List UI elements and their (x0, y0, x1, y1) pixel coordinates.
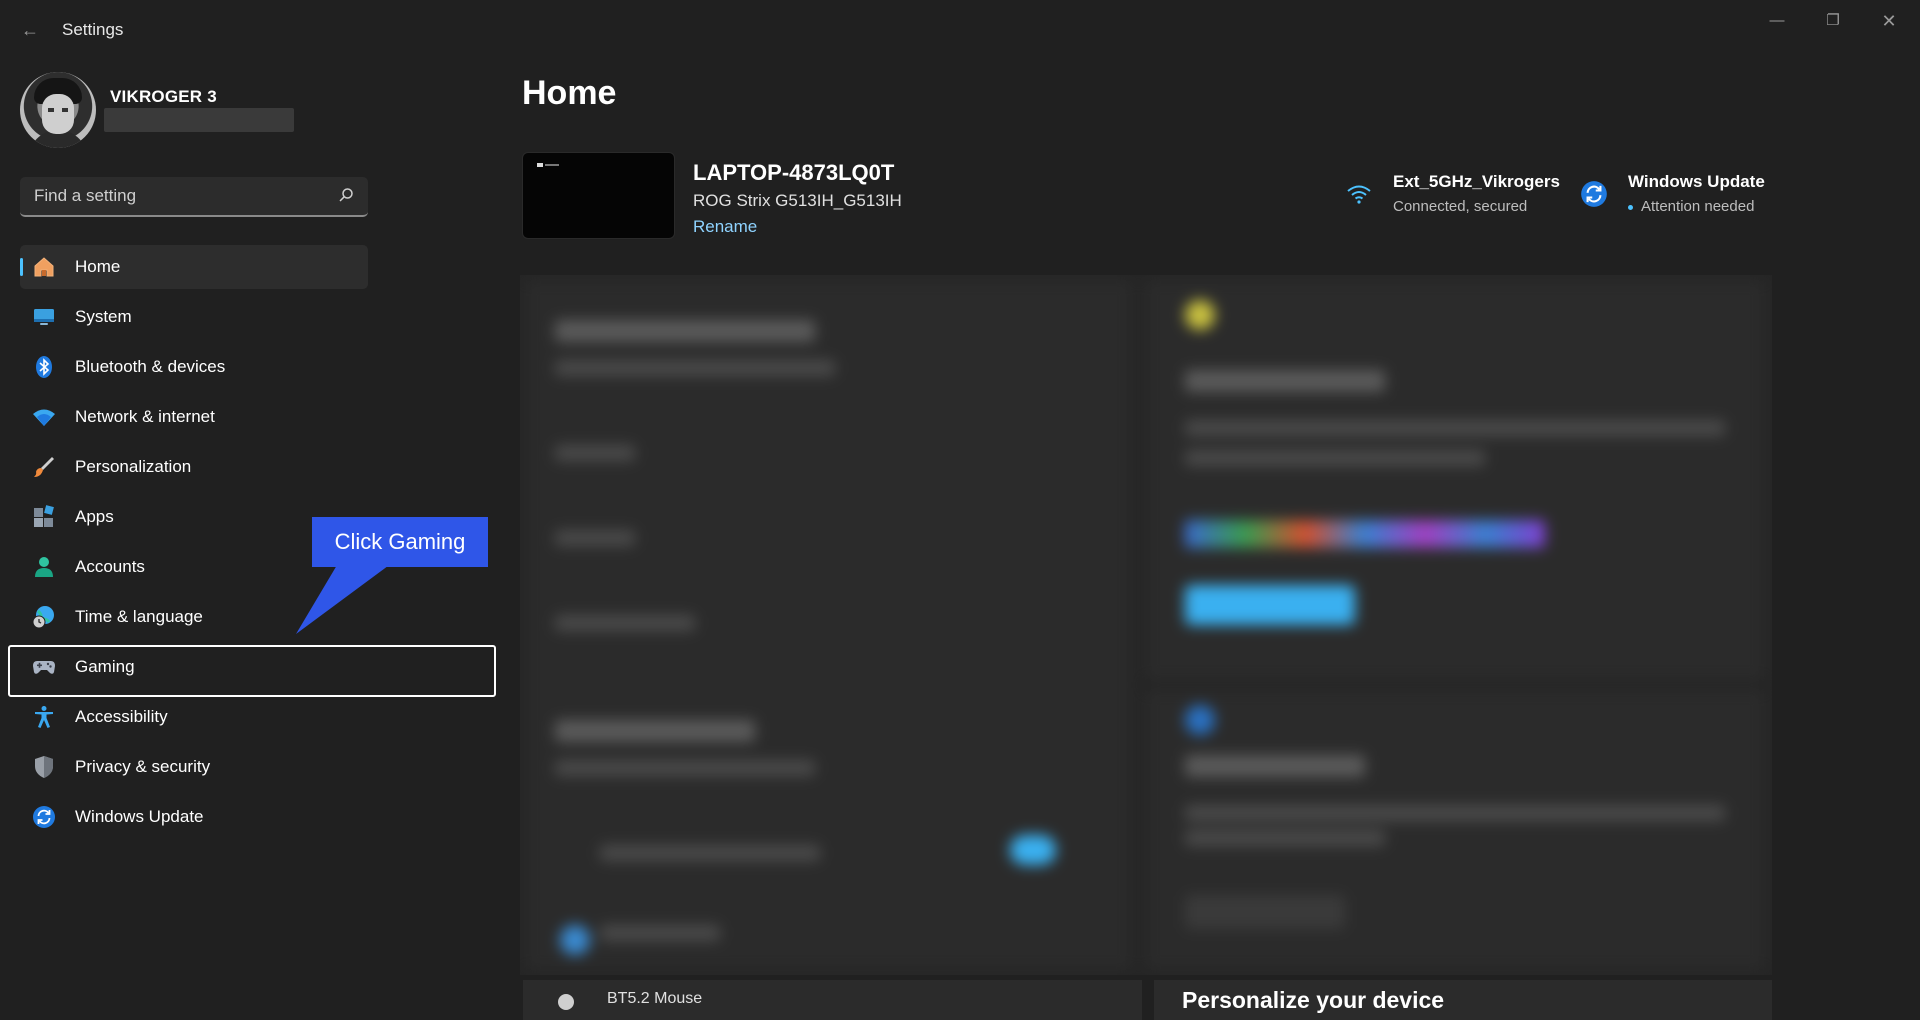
maximize-button[interactable]: ❐ (1810, 6, 1856, 36)
update-state: Attention needed (1628, 198, 1754, 215)
instruction-callout: Click Gaming (312, 517, 488, 567)
apps-icon (34, 505, 54, 527)
sidebar-item-privacy-security[interactable]: Privacy & security (20, 745, 368, 789)
user-profile[interactable]: VIKROGER 3 (18, 70, 458, 150)
avatar (20, 72, 96, 148)
bluetooth-icon (36, 356, 52, 378)
globe-clock-icon (32, 606, 54, 629)
device-model: ROG Strix G513IH_G513IH (693, 191, 902, 210)
search-box[interactable] (20, 177, 368, 217)
device-item-label: BT5.2 Mouse (607, 990, 703, 1007)
shield-icon (35, 756, 53, 778)
profile-name: VIKROGER 3 (110, 87, 217, 106)
update-icon (1581, 181, 1607, 207)
sidebar-item-network-internet[interactable]: Network & internet (20, 395, 368, 439)
sidebar-item-label: Accessibility (75, 707, 168, 726)
sidebar-item-personalization[interactable]: Personalization (20, 445, 368, 489)
personalize-card: Personalize your device (1154, 980, 1772, 1020)
profile-email-redacted (104, 108, 294, 132)
app-title: Settings (62, 20, 124, 39)
minimize-button[interactable]: — (1754, 6, 1800, 36)
active-indicator (20, 258, 23, 276)
sidebar-item-label: Personalization (75, 457, 192, 476)
search-input[interactable] (34, 186, 324, 206)
close-button[interactable]: ✕ (1866, 6, 1912, 36)
system-icon (34, 309, 54, 325)
page-title: Home (522, 74, 617, 112)
update-icon (33, 806, 55, 828)
callout-text: Click Gaming (334, 529, 466, 554)
sidebar-item-label: Home (75, 257, 121, 276)
brush-icon (34, 457, 54, 477)
sidebar-item-system[interactable]: System (20, 295, 368, 339)
back-arrow-icon[interactable]: ← (18, 18, 42, 42)
sidebar-item-accessibility[interactable]: Accessibility (20, 695, 368, 739)
title-bar: ← Settings — ❐ ✕ (0, 0, 1920, 60)
update-state-text: Attention needed (1641, 198, 1755, 215)
sidebar-item-label: Privacy & security (75, 757, 211, 776)
sidebar-item-home[interactable]: Home (20, 245, 368, 289)
wifi-icon (33, 409, 55, 426)
home-icon (34, 257, 54, 277)
device-name: LAPTOP-4873LQ0T (693, 160, 895, 185)
account-icon (35, 557, 53, 577)
personalize-card-title: Personalize your device (1182, 987, 1445, 1013)
rename-link[interactable]: Rename (693, 217, 757, 237)
sidebar-item-bluetooth-devices[interactable]: Bluetooth & devices (20, 345, 368, 389)
gaming-highlight-box (8, 645, 496, 697)
sidebar-item-label: Windows Update (75, 807, 204, 826)
sidebar-item-label: System (75, 307, 132, 326)
sidebar-item-label: Accounts (75, 557, 145, 576)
sidebar-item-label: Time & language (75, 607, 203, 626)
network-name: Ext_5GHz_Vikrogers (1393, 172, 1560, 191)
sidebar-item-windows-update[interactable]: Windows Update (20, 795, 368, 839)
search-icon[interactable] (338, 187, 354, 203)
network-state: Connected, secured (1393, 198, 1528, 215)
attention-dot (1628, 204, 1633, 210)
device-list-card[interactable]: BT5.2 Mouse (523, 980, 1142, 1020)
sidebar-item-label: Apps (75, 507, 114, 526)
device-wallpaper-thumbnail (522, 152, 675, 239)
settings-window: ← Settings — ❐ ✕ VIKROGER 3 Home (0, 0, 1920, 1020)
blurred-content-panel (520, 275, 1772, 975)
wifi-signal-icon (1347, 185, 1371, 204)
callout-pointer (296, 560, 396, 634)
accessibility-icon (35, 706, 53, 728)
update-title: Windows Update (1628, 172, 1765, 191)
mouse-icon (558, 994, 574, 1010)
sidebar-item-label: Bluetooth & devices (75, 357, 226, 376)
sidebar-item-label: Network & internet (75, 407, 215, 426)
